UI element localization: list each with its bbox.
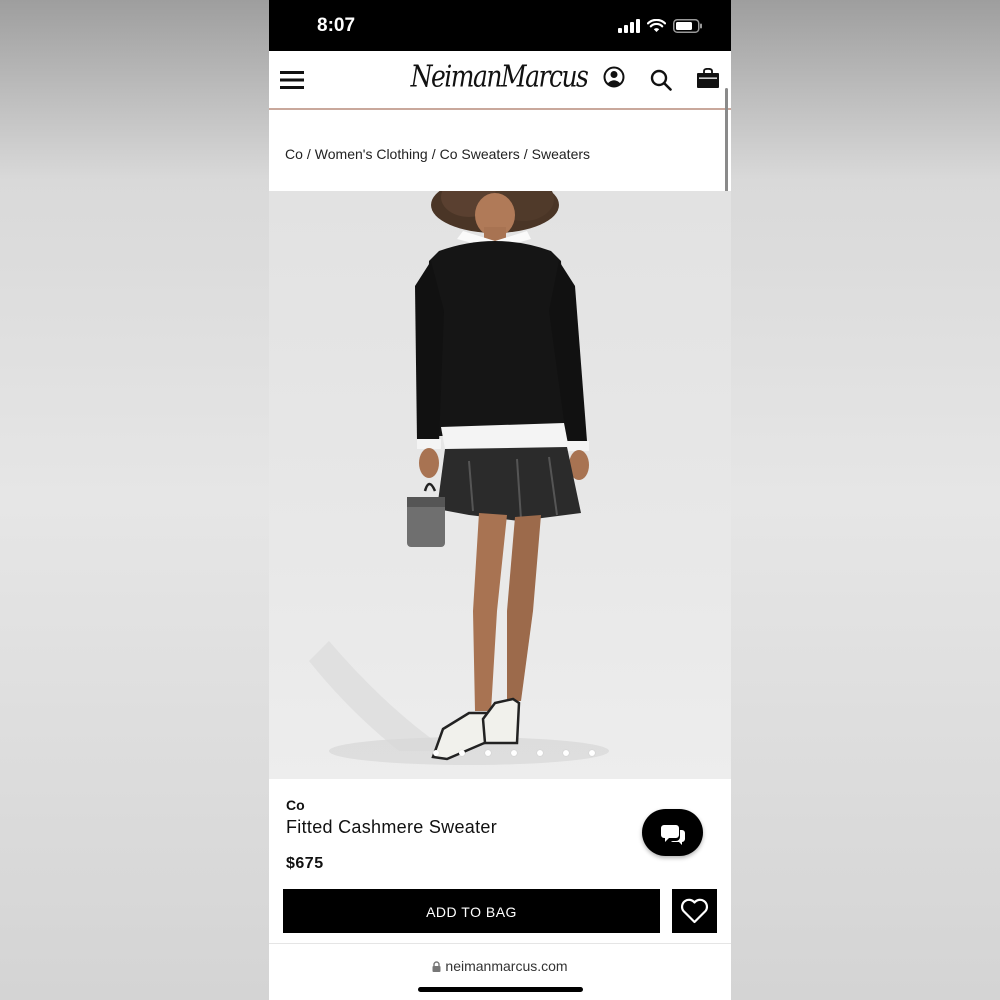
site-header: NeimanMarcus	[269, 51, 731, 110]
pager-dot[interactable]	[485, 750, 491, 756]
breadcrumb-separator: /	[431, 146, 436, 162]
product-name: Fitted Cashmere Sweater	[286, 817, 497, 837]
breadcrumb-item-womens-clothing[interactable]: Women's Clothing	[315, 146, 428, 162]
backdrop-right	[731, 0, 1000, 1000]
image-pager	[269, 750, 731, 760]
neiman-marcus-logo[interactable]: NeimanMarcus	[399, 53, 599, 101]
status-icons	[618, 16, 703, 36]
heart-icon	[680, 898, 709, 924]
pager-dot[interactable]	[433, 750, 439, 756]
chat-icon	[661, 825, 685, 845]
breadcrumb-separator: /	[523, 146, 528, 162]
shopping-bag-icon[interactable]	[697, 68, 719, 88]
pager-dot[interactable]	[563, 750, 569, 756]
pager-dot[interactable]	[589, 750, 595, 756]
url-text: neimanmarcus.com	[445, 958, 568, 974]
home-indicator[interactable]	[418, 987, 583, 992]
product-brand[interactable]: Co	[286, 797, 305, 813]
hamburger-menu-icon[interactable]	[280, 70, 304, 90]
account-icon[interactable]	[603, 66, 625, 88]
breadcrumb-item-co[interactable]: Co	[285, 146, 303, 162]
url-display[interactable]: neimanmarcus.com	[269, 958, 731, 974]
model-photo	[309, 177, 609, 765]
status-bar: 8:07	[269, 0, 731, 51]
pager-dot[interactable]	[459, 750, 465, 756]
pager-dot[interactable]	[537, 750, 543, 756]
browser-url-bar[interactable]: neimanmarcus.com	[269, 943, 731, 1000]
breadcrumb-separator: /	[306, 146, 311, 162]
chat-button[interactable]	[642, 809, 703, 856]
backdrop-left	[0, 0, 269, 1000]
favorite-button[interactable]	[672, 889, 717, 933]
add-to-bag-button[interactable]: ADD TO BAG	[283, 889, 660, 933]
lock-icon	[432, 961, 441, 972]
breadcrumb-item-co-sweaters[interactable]: Co Sweaters	[440, 146, 520, 162]
product-image[interactable]	[269, 177, 731, 779]
search-icon[interactable]	[650, 69, 672, 91]
status-time: 8:07	[317, 15, 356, 36]
breadcrumb: Co / Women's Clothing / Co Sweaters / Sweaters	[285, 146, 590, 162]
battery-icon	[673, 19, 702, 33]
phone-screen: 8:07 NeimanMarcus Co / Women's Clothing …	[269, 0, 731, 1000]
pager-dot[interactable]	[511, 750, 517, 756]
breadcrumb-item-sweaters[interactable]: Sweaters	[532, 146, 590, 162]
signal-icon	[618, 19, 640, 33]
product-price: $675	[286, 855, 324, 872]
wifi-icon	[647, 19, 666, 32]
